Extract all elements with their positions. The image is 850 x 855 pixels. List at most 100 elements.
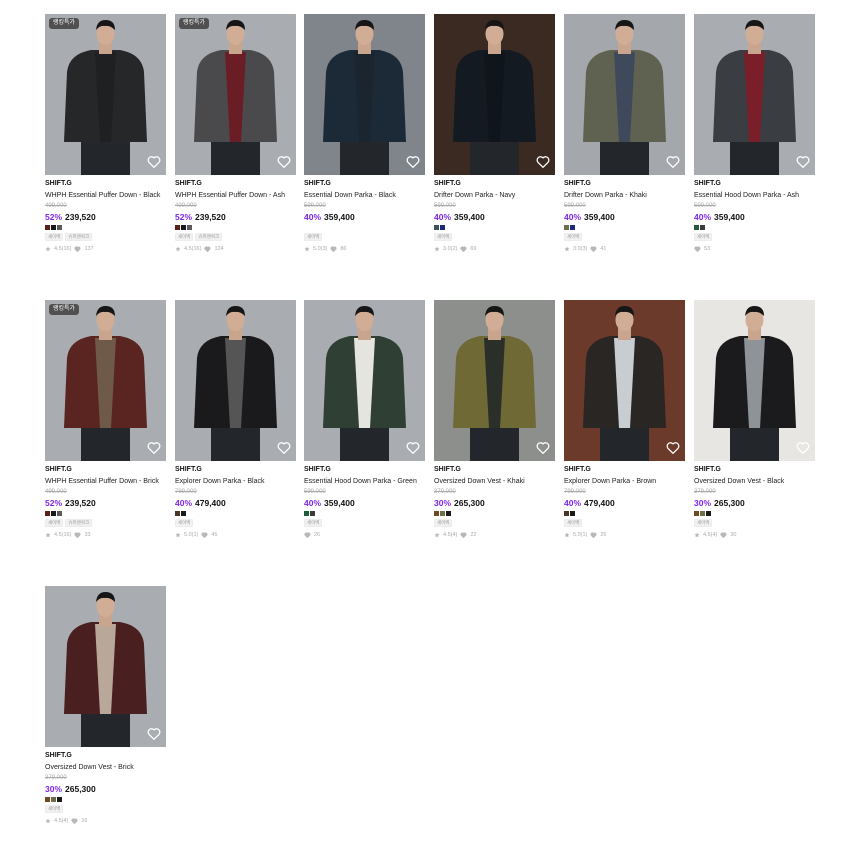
like-count: 22 [470,532,477,538]
color-swatch[interactable] [694,511,699,516]
like-button[interactable] [406,441,420,454]
color-swatch[interactable] [564,225,569,230]
product-name[interactable]: Oversized Down Vest - Black [694,476,815,487]
product-image[interactable] [45,586,166,747]
like-count: 124 [214,246,224,252]
like-button[interactable] [796,441,810,454]
product-name[interactable]: Essential Hood Down Parka - Green [304,476,425,487]
tag-label: 세이벡 [175,519,194,527]
like-button[interactable] [666,441,680,454]
color-swatch[interactable] [440,225,445,230]
product-name[interactable]: WHPH Essential Puffer Down - Brick [45,476,166,487]
color-swatch[interactable] [57,225,62,230]
color-swatch[interactable] [181,511,186,516]
brand-name[interactable]: SHIFT.G [304,179,425,189]
brand-name[interactable]: SHIFT.G [175,465,296,475]
product-image[interactable] [694,300,815,461]
brand-name[interactable]: SHIFT.G [434,465,555,475]
product-name[interactable]: Essential Down Parka - Black [304,190,425,201]
discount-rate: 40% [564,498,582,508]
product-image[interactable] [564,14,685,175]
like-button[interactable] [536,441,550,454]
original-price: 599,000 [304,489,326,495]
color-swatch[interactable] [57,511,62,516]
color-swatch[interactable] [694,225,699,230]
product-name[interactable]: Drifter Down Parka - Khaki [564,190,685,201]
brand-name[interactable]: SHIFT.G [45,179,166,189]
heart-icon [536,156,550,168]
like-button[interactable] [666,155,680,168]
product-image[interactable] [564,300,685,461]
brand-name[interactable]: SHIFT.G [45,751,166,761]
like-button[interactable] [147,441,161,454]
like-button[interactable] [536,155,550,168]
color-swatch[interactable] [51,511,56,516]
product-name[interactable]: Explorer Down Parka - Brown [564,476,685,487]
product-image[interactable] [694,14,815,175]
original-price: 379,000 [434,489,456,495]
price-row: 52% 239,520 [175,211,296,223]
heart-icon [201,532,208,538]
brand-name[interactable]: SHIFT.G [694,465,815,475]
product-name[interactable]: Oversized Down Vest - Khaki [434,476,555,487]
like-button[interactable] [796,155,810,168]
product-name[interactable]: Drifter Down Parka - Navy [434,190,555,201]
color-swatch[interactable] [700,225,705,230]
product-image[interactable] [434,300,555,461]
color-swatch[interactable] [310,511,315,516]
color-swatch[interactable] [440,511,445,516]
review-stats: 3.0(3) 41 [564,245,685,253]
product-name[interactable]: Explorer Down Parka - Black [175,476,296,487]
color-swatch[interactable] [175,511,180,516]
product-name[interactable]: Essential Hood Down Parka - Ash [694,190,815,201]
brand-name[interactable]: SHIFT.G [304,465,425,475]
color-swatch[interactable] [564,511,569,516]
discount-rate: 52% [45,498,63,508]
brand-name[interactable]: SHIFT.G [434,179,555,189]
heart-icon [460,532,467,538]
color-swatch[interactable] [434,225,439,230]
like-button[interactable] [406,155,420,168]
color-swatch[interactable] [57,797,62,802]
color-swatch[interactable] [51,797,56,802]
color-swatch[interactable] [45,797,50,802]
like-button[interactable] [277,441,291,454]
brand-name[interactable]: SHIFT.G [694,179,815,189]
color-swatch[interactable] [181,225,186,230]
product-image[interactable] [304,14,425,175]
like-button[interactable] [277,155,291,168]
color-swatch[interactable] [570,225,575,230]
color-swatch[interactable] [51,225,56,230]
color-swatch[interactable] [45,511,50,516]
product-name[interactable]: WHPH Essential Puffer Down - Ash [175,190,296,201]
product-name[interactable]: WHPH Essential Puffer Down - Black [45,190,166,201]
color-swatch[interactable] [45,225,50,230]
color-swatch[interactable] [706,511,711,516]
brand-name[interactable]: SHIFT.G [564,179,685,189]
discount-rate: 30% [45,784,63,794]
heart-icon [796,442,810,454]
color-swatch[interactable] [446,511,451,516]
tag-label: 세이벡 [434,233,453,241]
brand-name[interactable]: SHIFT.G [175,179,296,189]
color-swatch[interactable] [304,511,309,516]
product-image[interactable]: 랭킹특가 [45,300,166,461]
price-row: 40% 479,400 [175,497,296,509]
color-swatch[interactable] [434,511,439,516]
color-swatch[interactable] [700,511,705,516]
product-name[interactable]: Oversized Down Vest - Brick [45,762,166,773]
color-swatch[interactable] [570,511,575,516]
color-swatch[interactable] [175,225,180,230]
brand-name[interactable]: SHIFT.G [564,465,685,475]
product-image[interactable] [434,14,555,175]
product-image[interactable] [304,300,425,461]
color-swatch[interactable] [187,225,192,230]
brand-name[interactable]: SHIFT.G [45,465,166,475]
product-image[interactable]: 랭킹특가 [45,14,166,175]
product-image[interactable] [175,300,296,461]
like-button[interactable] [147,727,161,740]
product-image[interactable]: 랭킹특가 [175,14,296,175]
like-button[interactable] [147,155,161,168]
product-info: SHIFT.G Drifter Down Parka - Navy 599,000 4… [434,175,555,253]
like-count: 33 [84,532,91,538]
